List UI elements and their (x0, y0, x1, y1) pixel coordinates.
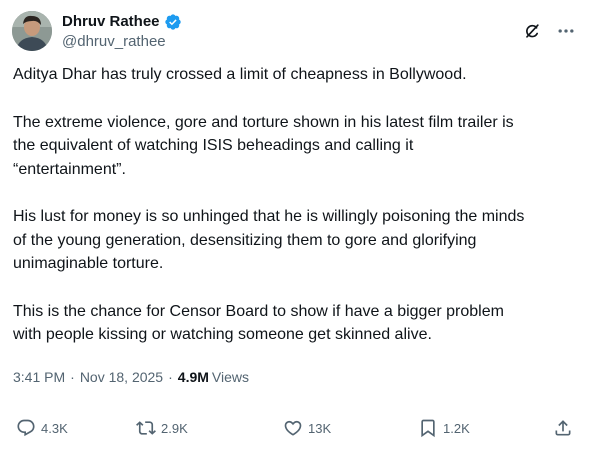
author-names: Dhruv Rathee @dhruv_rathee (62, 13, 182, 50)
tweet-text: Aditya Dhar has truly crossed a limit of… (13, 63, 581, 371)
more-icon[interactable] (556, 21, 576, 41)
tweet-header: Dhruv Rathee @dhruv_rathee (12, 8, 578, 54)
reply-icon (17, 419, 35, 437)
views-label: Views (211, 369, 249, 385)
tweet-date[interactable]: Nov 18, 2025 (80, 369, 163, 385)
author-handle[interactable]: @dhruv_rathee (62, 33, 182, 50)
views-count: 4.9M (177, 369, 209, 385)
meta-separator: · (70, 369, 75, 385)
like-button[interactable]: 13K (283, 418, 331, 438)
tweet-paragraph: His lust for money is so unhinged that h… (13, 208, 525, 272)
grok-icon[interactable] (522, 21, 542, 41)
share-icon (555, 420, 571, 436)
verified-badge-icon (164, 13, 182, 31)
tweet-time[interactable]: 3:41 PM (13, 369, 65, 385)
name-row: Dhruv Rathee (62, 13, 182, 31)
share-button[interactable] (553, 418, 573, 438)
tweet-meta: 3:41 PM · Nov 18, 2025 · 4.9M Views (13, 369, 249, 385)
reply-count: 4.3K (41, 420, 68, 436)
action-bar: 4.3K 2.9K 13K 1.2K (16, 415, 574, 441)
tweet-paragraph: This is the chance for Censor Board to s… (13, 302, 504, 344)
like-count: 13K (308, 420, 332, 436)
repost-button[interactable]: 2.9K (136, 418, 188, 438)
avatar[interactable] (12, 11, 52, 51)
bookmark-count: 1.2K (443, 420, 470, 436)
author-display-name[interactable]: Dhruv Rathee (62, 13, 160, 30)
repost-count: 2.9K (161, 420, 188, 436)
profile-photo-icon (12, 11, 52, 51)
tweet-paragraph: Aditya Dhar has truly crossed a limit of… (13, 66, 467, 83)
meta-separator: · (168, 369, 173, 385)
reply-button[interactable]: 4.3K (16, 418, 68, 438)
header-actions (522, 21, 578, 41)
tweet-card: Dhruv Rathee @dhruv_rathee Aditya Dhar h… (0, 0, 590, 451)
repost-icon (136, 421, 156, 435)
tweet-paragraph: The extreme violence, gore and torture s… (13, 113, 514, 178)
bookmark-button[interactable]: 1.2K (418, 418, 470, 438)
bookmark-icon (421, 419, 435, 438)
heart-icon (284, 420, 302, 436)
